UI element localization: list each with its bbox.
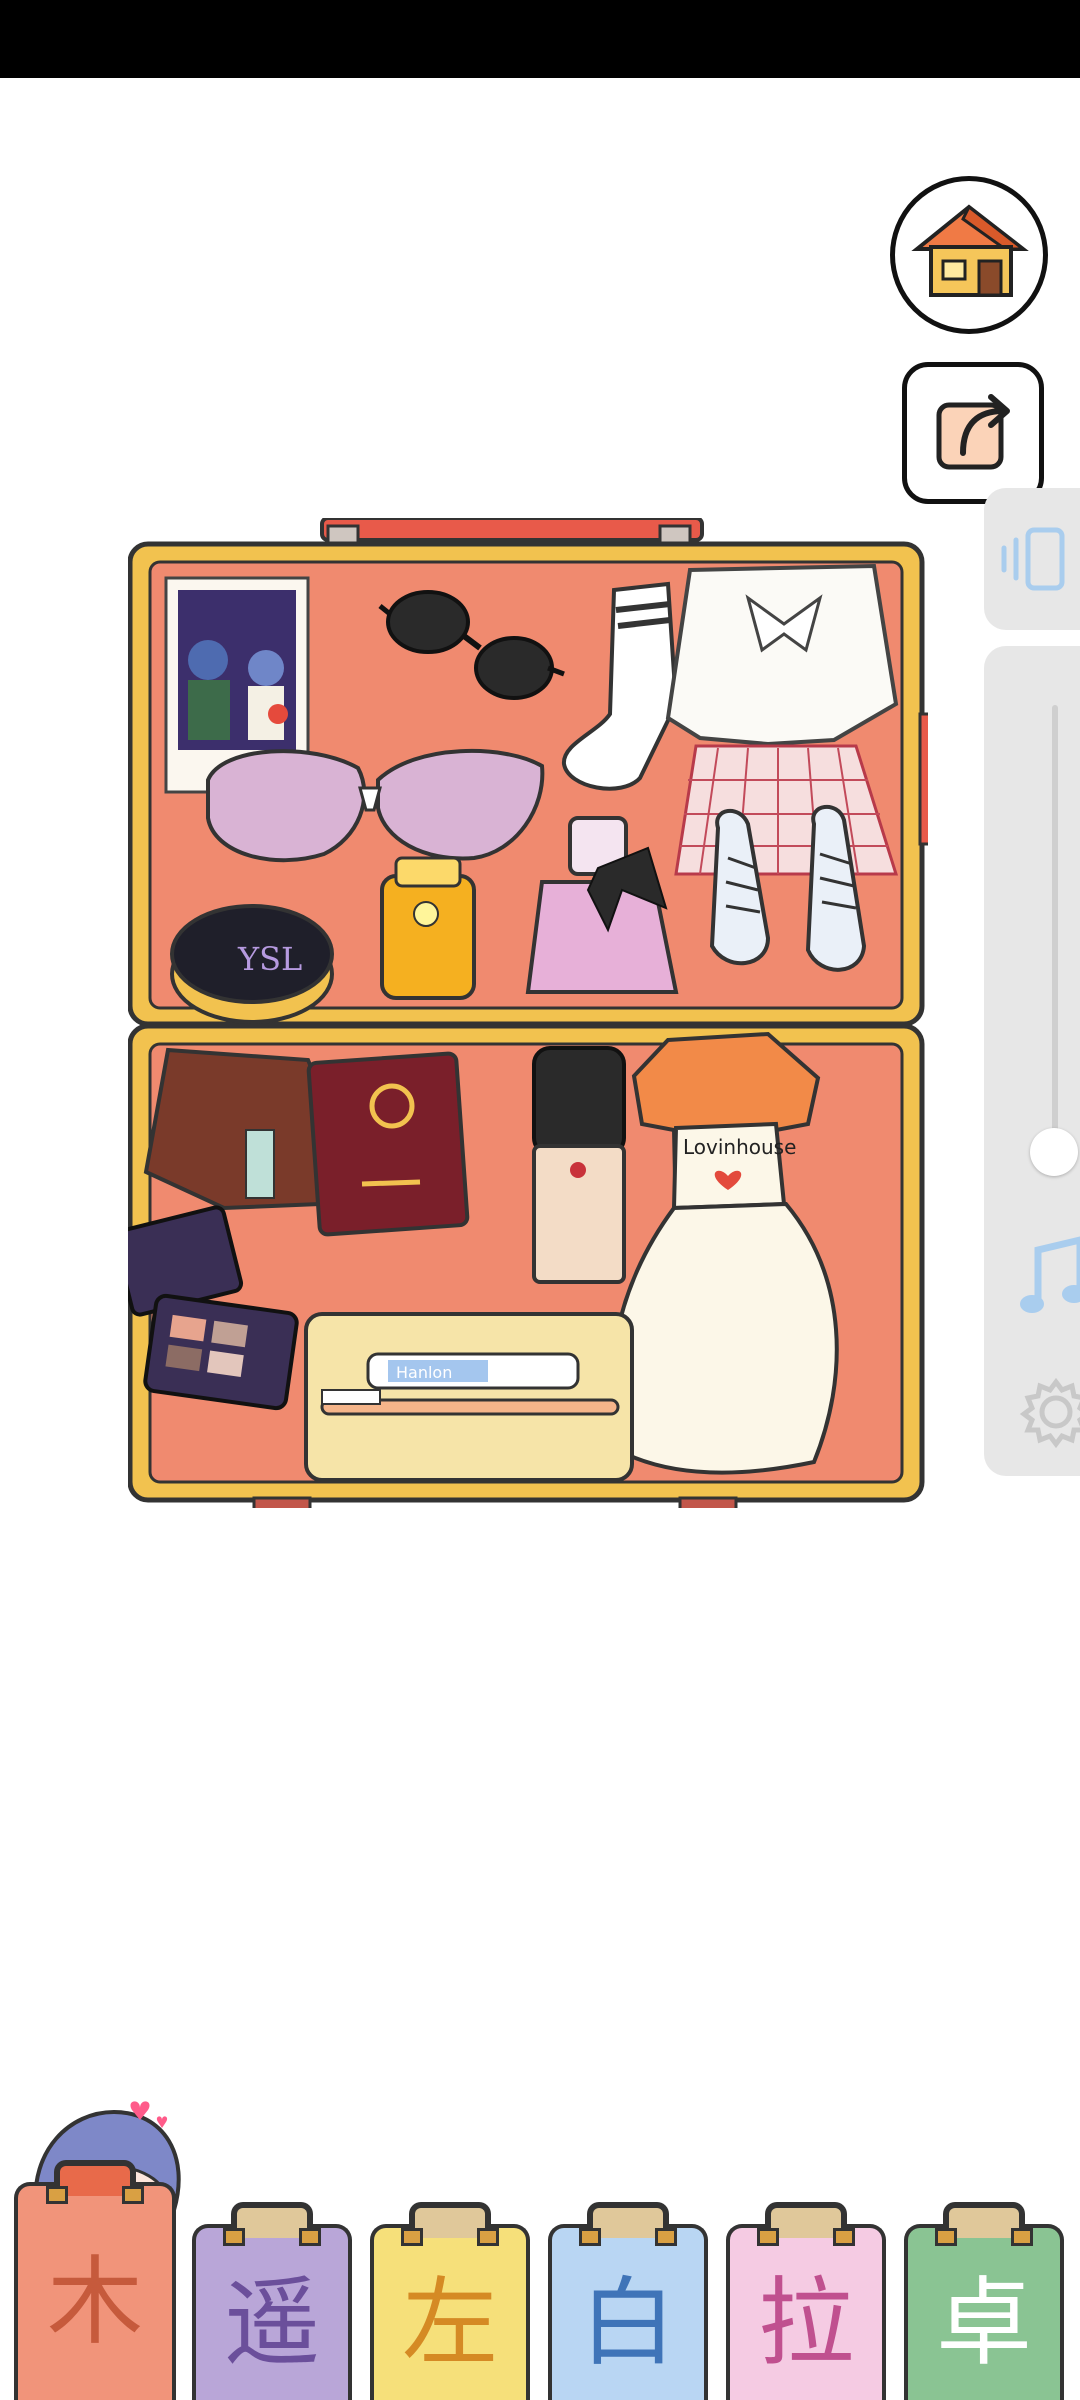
sunscreen-item[interactable] <box>380 856 476 1000</box>
character-tabs: 木 遥 左 白 拉 卓 <box>0 2090 1080 2400</box>
character-tab-label: 遥 <box>224 2266 320 2379</box>
character-tab-1[interactable]: 遥 <box>192 2202 352 2400</box>
passport-item[interactable] <box>306 1051 470 1237</box>
character-tab-0[interactable]: 木 <box>14 2160 176 2400</box>
toiletries-item[interactable]: Hanlon <box>304 1312 634 1482</box>
settings-side-panel <box>984 646 1080 1476</box>
character-tab-label: 白 <box>580 2266 676 2379</box>
share-button[interactable] <box>902 362 1044 504</box>
character-tab-4[interactable]: 拉 <box>726 2202 886 2400</box>
vibration-panel[interactable] <box>984 488 1080 630</box>
character-tab-3[interactable]: 白 <box>548 2202 708 2400</box>
house-icon <box>911 204 1029 297</box>
volume-slider-track[interactable] <box>1052 705 1058 1175</box>
character-tab-5[interactable]: 卓 <box>904 2202 1064 2400</box>
suitcase-handle <box>401 2202 499 2246</box>
character-tab-label: 卓 <box>936 2266 1032 2379</box>
vibration-icon <box>1001 527 1065 591</box>
suitcase-handle <box>46 2160 144 2204</box>
dress-label: Lovinhouse <box>683 1135 796 1159</box>
home-button[interactable] <box>890 176 1048 334</box>
character-tab-label: 木 <box>47 2245 143 2358</box>
toothpaste-label: Hanlon <box>396 1363 452 1382</box>
suitcase-handle <box>579 2202 677 2246</box>
dress-item[interactable]: Lovinhouse <box>608 1031 839 1475</box>
suitcase-handle <box>757 2202 855 2246</box>
share-icon <box>936 394 1010 470</box>
svg-text:YSL: YSL <box>237 940 302 978</box>
settings-icon[interactable] <box>1016 1372 1080 1452</box>
status-bar <box>0 0 1080 78</box>
music-note-icon[interactable] <box>1018 1232 1080 1322</box>
character-tab-label: 左 <box>402 2266 498 2379</box>
suitcase-handle <box>935 2202 1033 2246</box>
volume-slider-knob[interactable] <box>1030 1128 1078 1176</box>
foundation-item[interactable] <box>532 1046 626 1284</box>
character-tab-2[interactable]: 左 <box>370 2202 530 2400</box>
skirt-item[interactable] <box>674 744 899 876</box>
ysl-cushion-item[interactable]: YSL <box>170 904 334 1024</box>
suitcase-handle <box>223 2202 321 2246</box>
character-tab-label: 拉 <box>758 2266 854 2379</box>
suitcase: YSL Lovinhouse Hanlon <box>128 518 928 1508</box>
blouse-item[interactable] <box>665 563 899 747</box>
